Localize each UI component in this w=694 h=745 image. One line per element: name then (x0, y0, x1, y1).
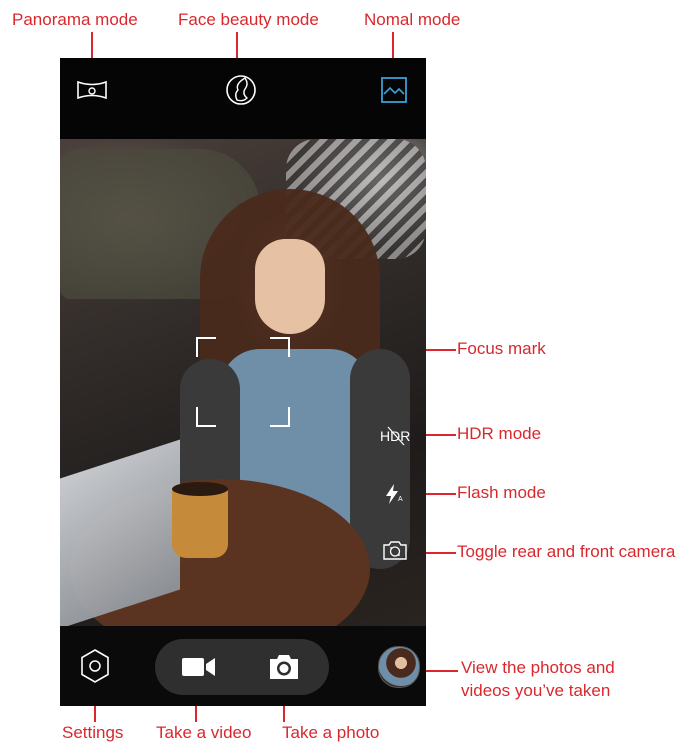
video-camera-icon[interactable] (181, 655, 217, 679)
switch-camera-icon[interactable] (382, 539, 408, 561)
normal-mode-icon[interactable] (380, 76, 408, 104)
callout-take-photo: Take a photo (282, 723, 380, 742)
panorama-icon[interactable] (76, 78, 108, 102)
callout-toggle-camera: Toggle rear and front camera (457, 542, 676, 561)
mode-bar (60, 58, 426, 139)
callout-panorama-mode: Panorama mode (12, 10, 138, 29)
capture-controls (155, 639, 329, 695)
face-beauty-icon[interactable] (225, 74, 257, 106)
camera-viewfinder[interactable]: HDR A (60, 139, 426, 626)
callout-face-beauty-mode: Face beauty mode (178, 10, 319, 29)
focus-mark (196, 337, 290, 427)
camera-icon[interactable] (268, 653, 300, 681)
shutter-bar (60, 626, 426, 706)
callout-take-video: Take a video (156, 723, 252, 742)
gear-icon[interactable] (79, 648, 111, 684)
callout-hdr-mode: HDR mode (457, 424, 542, 443)
hdr-button[interactable]: HDR (378, 425, 412, 447)
callout-view-photos-line2: videos you’ve taken (461, 681, 611, 700)
hdr-off-slash-icon (387, 426, 405, 446)
camera-screen: HDR A (60, 58, 426, 706)
scene-mug (172, 486, 228, 558)
scene-face (255, 239, 325, 334)
scene-mug-top (172, 482, 228, 496)
flash-button[interactable]: A (382, 481, 408, 509)
callout-flash-mode: Flash mode (457, 483, 546, 502)
callout-focus-mark: Focus mark (457, 339, 546, 358)
gallery-thumbnail[interactable] (378, 646, 420, 688)
callout-settings: Settings (62, 723, 124, 742)
callout-normal-mode: Nomal mode (364, 10, 461, 29)
flash-auto-label: A (398, 496, 403, 503)
callout-view-photos-line1: View the photos and (461, 658, 615, 677)
